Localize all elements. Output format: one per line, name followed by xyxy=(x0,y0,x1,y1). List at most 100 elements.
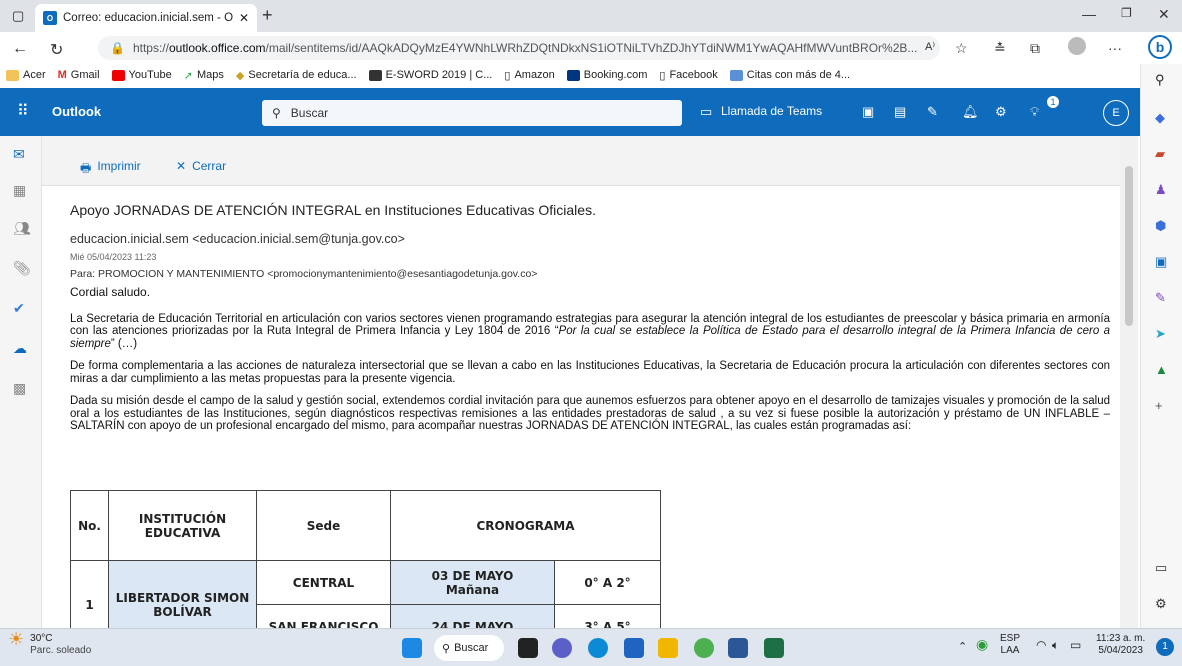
gear-icon[interactable]: ⚙ xyxy=(995,104,1007,120)
apps-icon[interactable]: ▩ xyxy=(13,380,26,397)
bookmark-esword[interactable]: E-SWORD 2019 | C... xyxy=(368,69,492,81)
excel-app-icon[interactable] xyxy=(764,638,784,658)
word-app-icon[interactable] xyxy=(728,638,748,658)
favorite-star-icon[interactable]: ☆ xyxy=(955,40,968,57)
bookmark-maps[interactable]: ➚ Maps xyxy=(184,69,224,82)
bookmark-booking[interactable]: Booking.com xyxy=(566,69,647,81)
more-options-icon[interactable]: ··· xyxy=(1108,40,1122,56)
language-indicator[interactable]: ESP LAA xyxy=(1000,633,1020,657)
favorites-icon[interactable]: ≛ xyxy=(994,40,1006,57)
page-icon: ▯ xyxy=(659,69,666,82)
search-icon[interactable]: ⚲ xyxy=(1155,72,1165,88)
header-cronograma: CRONOGRAMA xyxy=(390,490,661,561)
bookmark-youtube[interactable]: YouTube xyxy=(111,69,172,81)
tray-chevron-icon[interactable]: ⌃ xyxy=(958,641,967,653)
address-row: ← ↻ 🔒 https://outlook.office.com/mail/se… xyxy=(0,32,1182,64)
taskbar-search[interactable]: ⚲ Buscar xyxy=(434,635,504,661)
notifications-badge-icon[interactable]: 1 xyxy=(1156,638,1174,656)
close-window-icon[interactable]: ✕ xyxy=(1158,6,1170,23)
greeting: Cordial saludo. xyxy=(70,285,151,299)
user-avatar[interactable]: E xyxy=(1103,100,1129,126)
chrome-icon[interactable] xyxy=(694,638,714,658)
teams-call-icon[interactable]: ▭ xyxy=(700,104,712,120)
bookmark-secretaria[interactable]: ◆ Secretaría de educa... xyxy=(236,69,357,82)
print-button[interactable]: 🖶︎ Imprimir xyxy=(80,159,141,180)
outlook-header: ⠿ Outlook ⚲ Buscar ▭ Llamada de Teams ▣ … xyxy=(0,88,1140,136)
security-icon[interactable]: ◉ xyxy=(976,637,988,651)
settings-icon[interactable]: ⚙ xyxy=(1155,596,1167,612)
attachment-icon[interactable]: 📎︎ xyxy=(13,260,31,277)
task-view-icon[interactable] xyxy=(518,638,538,658)
close-button[interactable]: ✕ Cerrar xyxy=(176,159,226,173)
bing-copilot-icon[interactable]: b xyxy=(1148,35,1172,59)
search-input[interactable]: ⚲ Buscar xyxy=(262,100,682,126)
volume-icon[interactable]: 🔈︎ xyxy=(1052,639,1059,651)
message-subject: Apoyo JORNADAS DE ATENCIÓN INTEGRAL en I… xyxy=(70,202,596,218)
gmail-icon: M xyxy=(57,69,67,81)
todo-icon[interactable]: ✔ xyxy=(13,300,25,317)
edge-icon[interactable] xyxy=(588,638,608,658)
minimize-icon[interactable]: — xyxy=(1082,6,1096,22)
tools-icon[interactable]: ▰ xyxy=(1155,146,1165,162)
battery-icon[interactable]: ▭ xyxy=(1070,639,1081,651)
start-icon[interactable] xyxy=(402,638,422,658)
games-icon[interactable]: ♟ xyxy=(1155,182,1167,198)
bookmark-facebook[interactable]: ▯ Facebook xyxy=(659,69,717,82)
tree-icon[interactable]: ▲ xyxy=(1155,362,1168,377)
teams-call-button[interactable]: Llamada de Teams xyxy=(721,104,822,118)
send-icon[interactable]: ➤ xyxy=(1155,326,1166,342)
close-icon: ✕ xyxy=(176,159,187,173)
onedrive-icon[interactable]: ☁ xyxy=(13,340,27,357)
row-grado-2: 3° A 5° xyxy=(554,604,661,628)
file-explorer-icon[interactable] xyxy=(658,638,678,658)
chat-icon[interactable]: ▣ xyxy=(862,104,874,120)
browser-tab[interactable]: O Correo: educacion.inicial.sem - O ✕ xyxy=(35,4,257,32)
address-bar[interactable]: 🔒 https://outlook.office.com/mail/sentit… xyxy=(98,36,940,60)
row-fecha-2: 24 DE MAYO xyxy=(390,604,555,628)
collections-icon[interactable]: ⧉ xyxy=(1030,40,1040,57)
bell-icon[interactable]: 🔔︎ xyxy=(962,104,979,120)
profile-avatar[interactable] xyxy=(1068,37,1086,55)
back-icon[interactable]: ← xyxy=(12,40,28,58)
app-launcher-icon[interactable]: ⠿ xyxy=(17,101,29,121)
citas-icon xyxy=(729,69,743,81)
vertical-scrollbar[interactable] xyxy=(1120,136,1138,628)
weather-widget[interactable]: ☀ 30°C Parc. soleado xyxy=(8,630,91,657)
tips-icon[interactable]: 💡︎ xyxy=(1030,104,1039,120)
outlook-icon[interactable]: ▣ xyxy=(1155,254,1167,270)
bookmark-gmail[interactable]: M Gmail xyxy=(58,69,100,81)
people-icon[interactable]: 👥︎ xyxy=(13,220,31,237)
shopping-tag-icon[interactable]: ◆ xyxy=(1155,110,1165,126)
store-icon[interactable] xyxy=(624,638,644,658)
mail-icon[interactable]: ✉ xyxy=(13,146,25,163)
add-icon[interactable]: + xyxy=(1155,398,1163,413)
table-row: 1 LIBERTADOR SIMON BOLÍVAR CENTRAL 03 DE… xyxy=(70,560,661,628)
restore-icon[interactable]: ❐ xyxy=(1121,6,1132,20)
maps-icon: ➚ xyxy=(183,69,193,82)
outlook-brand[interactable]: Outlook xyxy=(52,104,101,119)
row-sede-1: CENTRAL xyxy=(256,560,391,605)
read-aloud-icon[interactable]: A⁾ xyxy=(925,40,935,53)
designer-icon[interactable]: ✎ xyxy=(1155,290,1166,306)
edge-sidebar: ⚲ ◆ ▰ ♟ ⬢ ▣ ✎ ➤ ▲ + ▭ ⚙ xyxy=(1140,64,1182,628)
row-fecha-1: 03 DE MAYO Mañana xyxy=(390,560,555,605)
bookmark-amazon[interactable]: ▯ Amazon xyxy=(504,69,554,82)
bookmark-acer[interactable]: Acer xyxy=(6,69,46,81)
tasks-icon[interactable]: ✎ xyxy=(927,104,938,120)
scrollbar-thumb[interactable] xyxy=(1125,166,1133,326)
split-screen-icon[interactable]: ▭ xyxy=(1155,560,1167,576)
word-icon[interactable]: ▤ xyxy=(894,104,906,120)
calendar-icon[interactable]: ▦ xyxy=(13,182,26,199)
refresh-icon[interactable]: ↻ xyxy=(50,40,63,60)
bookmark-citas[interactable]: Citas con más de 4... xyxy=(729,69,850,81)
outlook-favicon-icon: O xyxy=(43,11,57,25)
clock[interactable]: 11:23 a. m. 5/04/2023 xyxy=(1096,633,1145,657)
notification-badge: 1 xyxy=(1047,96,1059,108)
message-sender[interactable]: educacion.inicial.sem <educacion.inicial… xyxy=(70,232,405,246)
office-icon[interactable]: ⬢ xyxy=(1155,218,1166,234)
close-tab-icon[interactable]: ✕ xyxy=(239,11,249,25)
teams-chat-icon[interactable] xyxy=(552,638,572,658)
new-tab-button[interactable]: + xyxy=(262,5,273,26)
tab-actions-icon[interactable]: ▢ xyxy=(12,8,24,24)
wifi-icon[interactable]: ◠ xyxy=(1036,639,1046,651)
